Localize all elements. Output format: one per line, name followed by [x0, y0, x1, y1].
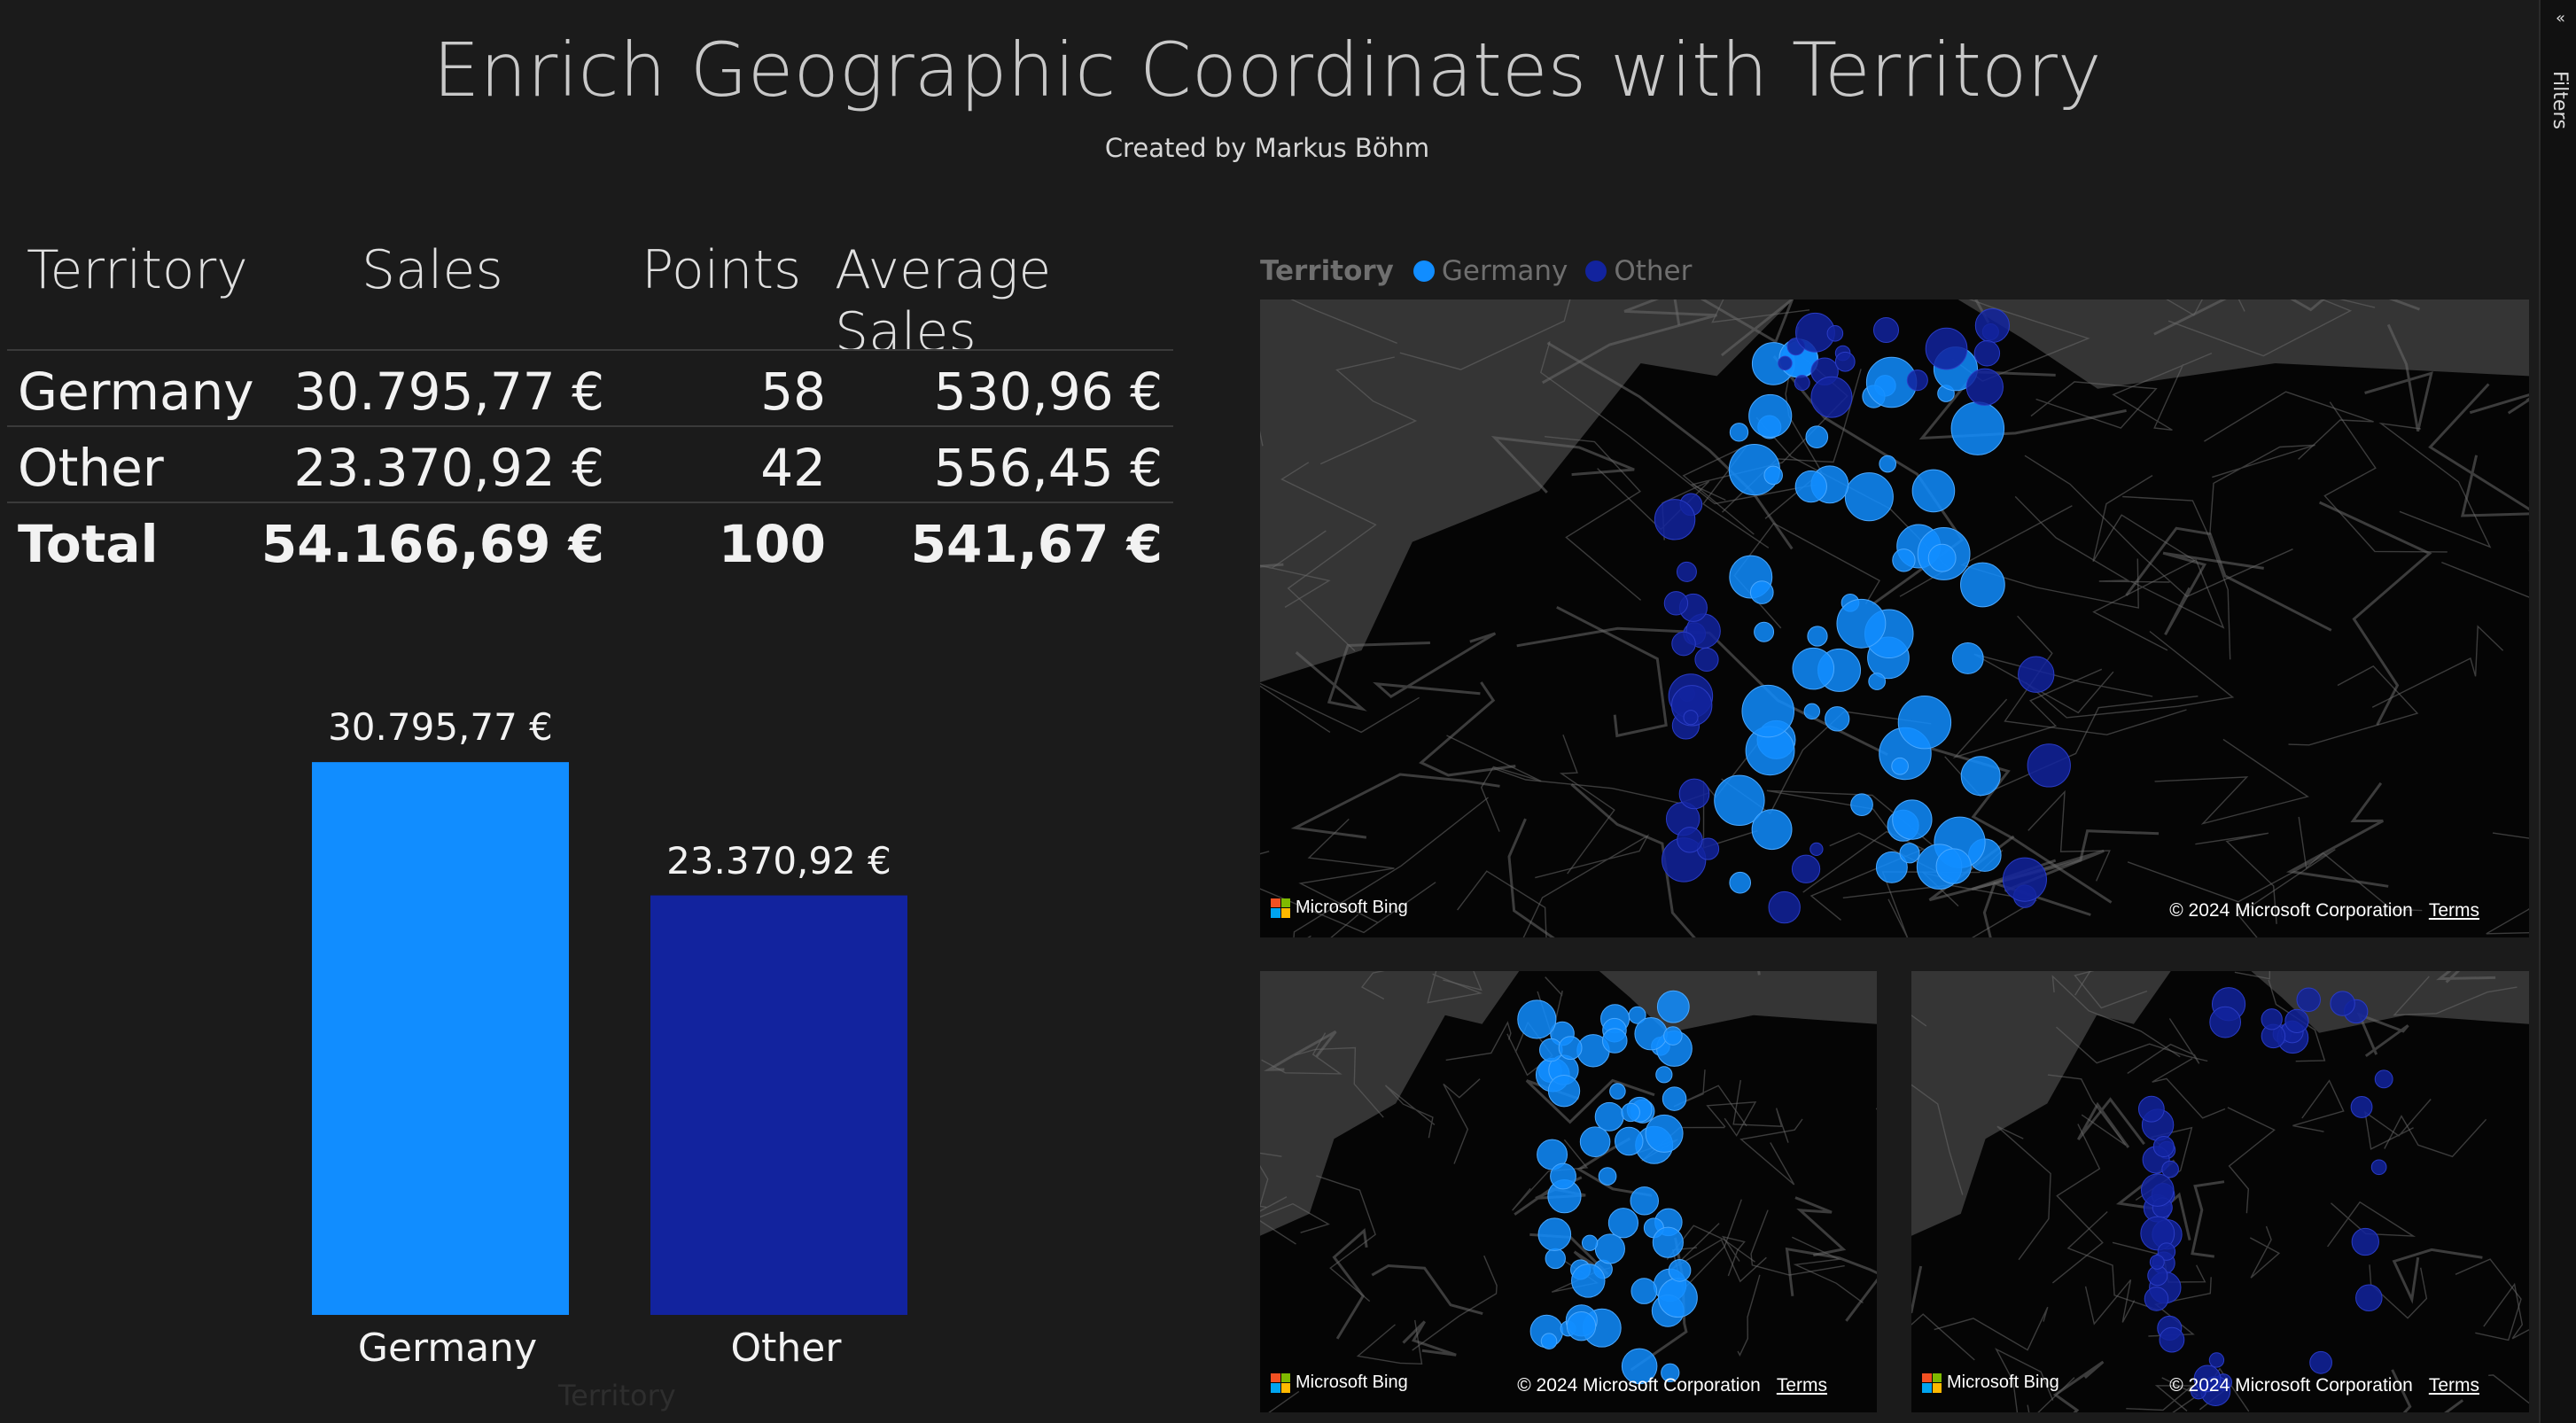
- table-row[interactable]: Germany 30.795,77 € 58 530,96 €: [7, 349, 1173, 427]
- legend-item-other[interactable]: Other: [1614, 255, 1692, 287]
- sales-bar-chart: 30.795,77 € 23.370,92 € Germany Other Te…: [266, 691, 975, 1423]
- bar-chart-plot: [312, 762, 907, 1315]
- cell-points: 42: [760, 438, 826, 498]
- x-axis-title: Territory: [558, 1379, 676, 1412]
- bar-germany[interactable]: [312, 762, 569, 1315]
- bing-attribution: Microsoft Bing: [1271, 1372, 1408, 1393]
- collapse-chevron-icon[interactable]: «: [2556, 9, 2565, 27]
- legend-title: Territory: [1260, 255, 1394, 287]
- map-copyright: © 2024 Microsoft Corporation Terms: [1517, 1375, 1827, 1396]
- copyright-text: © 2024 Microsoft Corporation: [1517, 1375, 1761, 1396]
- map-legend: Territory Germany Other: [1260, 255, 1692, 287]
- terms-link[interactable]: Terms: [2429, 900, 2479, 921]
- page-subtitle: Created by Markus Böhm: [1104, 133, 1430, 163]
- bing-label: Microsoft Bing: [1296, 1372, 1408, 1392]
- bing-attribution: Microsoft Bing: [1271, 898, 1408, 918]
- legend-dot-germany: [1413, 260, 1435, 282]
- filters-pane[interactable]: « Filters: [2539, 0, 2576, 1423]
- microsoft-logo-icon: [1271, 1372, 1290, 1393]
- cell-total-sales: 54.166,69 €: [261, 514, 604, 574]
- category-label-germany: Germany: [357, 1326, 538, 1371]
- sales-table: Territory Sales Points Average Sales Ger…: [7, 239, 1173, 594]
- cell-sales: 23.370,92 €: [293, 438, 604, 498]
- map-canvas[interactable]: [1911, 971, 2529, 1412]
- cell-average-sales: 530,96 €: [933, 362, 1163, 422]
- microsoft-logo-icon: [1271, 898, 1290, 918]
- cell-total-points: 100: [718, 514, 826, 574]
- copyright-text: © 2024 Microsoft Corporation: [2169, 900, 2413, 921]
- bing-label: Microsoft Bing: [1947, 1372, 2059, 1392]
- cell-total-average-sales: 541,67 €: [910, 514, 1163, 574]
- map-copyright: © 2024 Microsoft Corporation Terms: [2169, 1375, 2479, 1396]
- column-header-points[interactable]: Points: [642, 239, 801, 301]
- other-map[interactable]: Microsoft Bing © 2024 Microsoft Corporat…: [1911, 971, 2529, 1412]
- page-title: Enrich Geographic Coordinates with Terri…: [432, 27, 2102, 113]
- map-canvas[interactable]: [1260, 299, 2529, 937]
- table-row[interactable]: Other 23.370,92 € 42 556,45 €: [7, 425, 1173, 503]
- germany-map[interactable]: Microsoft Bing © 2024 Microsoft Corporat…: [1260, 971, 1877, 1412]
- cell-territory: Other: [18, 438, 164, 498]
- cell-total-label: Total: [18, 514, 159, 574]
- map-canvas[interactable]: [1260, 971, 1877, 1412]
- cell-points: 58: [760, 362, 826, 422]
- terms-link[interactable]: Terms: [2429, 1375, 2479, 1396]
- category-label-other: Other: [730, 1326, 842, 1371]
- table-total-row: Total 54.166,69 € 100 541,67 €: [7, 502, 1173, 579]
- bing-attribution: Microsoft Bing: [1922, 1372, 2059, 1393]
- cell-territory: Germany: [18, 362, 254, 422]
- filters-label[interactable]: Filters: [2549, 71, 2571, 129]
- bing-label: Microsoft Bing: [1296, 898, 1408, 917]
- bar-data-label-germany: 30.795,77 €: [328, 705, 553, 750]
- map-copyright: © 2024 Microsoft Corporation Terms: [2169, 900, 2479, 921]
- terms-link[interactable]: Terms: [1777, 1375, 1827, 1396]
- cell-sales: 30.795,77 €: [293, 362, 604, 422]
- legend-dot-other: [1585, 260, 1607, 282]
- cell-average-sales: 556,45 €: [933, 438, 1163, 498]
- column-header-territory[interactable]: Territory: [27, 239, 248, 301]
- column-header-average-sales[interactable]: Average Sales: [835, 239, 1173, 363]
- column-header-sales[interactable]: Sales: [362, 239, 503, 301]
- copyright-text: © 2024 Microsoft Corporation: [2169, 1375, 2413, 1396]
- bar-data-label-other: 23.370,92 €: [666, 838, 891, 883]
- microsoft-logo-icon: [1922, 1372, 1942, 1393]
- main-map[interactable]: Microsoft Bing © 2024 Microsoft Corporat…: [1260, 299, 2529, 937]
- legend-item-germany[interactable]: Germany: [1442, 255, 1568, 287]
- bar-other[interactable]: [650, 895, 907, 1315]
